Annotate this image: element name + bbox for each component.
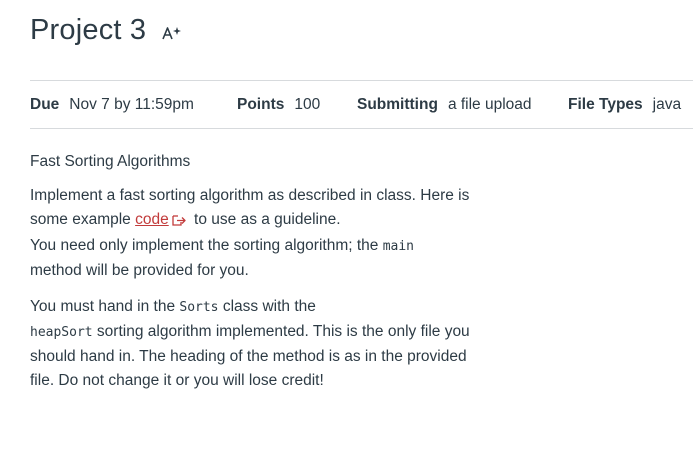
filetypes-detail: File Types java [568, 96, 681, 114]
points-detail: Points 100 [237, 96, 357, 114]
divider-bottom [30, 128, 693, 129]
filetypes-value: java [652, 96, 682, 113]
assignment-page: Project 3 Due Nov 7 by 11:59pm Points 10… [0, 0, 693, 454]
description-heading: Fast Sorting Algorithms [30, 153, 191, 170]
p2-text-3: sorting algorithm implemented. This is t… [30, 323, 470, 389]
points-label: Points [237, 96, 285, 113]
external-link-icon [172, 210, 187, 234]
submitting-value: a file upload [447, 96, 532, 113]
code-heapsort: heapSort [30, 325, 93, 340]
title-row: Project 3 [30, 14, 184, 47]
divider-top [30, 80, 693, 81]
submitting-label: Submitting [357, 96, 438, 113]
submitting-detail: Submitting a file upload [357, 96, 568, 114]
due-value: Nov 7 by 11:59pm [69, 96, 194, 113]
assignment-details: Due Nov 7 by 11:59pm Points 100 Submitti… [30, 96, 681, 114]
description-paragraph-2: You must hand in the Sorts class with th… [30, 295, 470, 393]
points-value: 100 [294, 96, 321, 113]
due-detail: Due Nov 7 by 11:59pm [30, 96, 237, 114]
p1-text-3: You need only implement the sorting algo… [30, 237, 383, 254]
ai-sparkle-icon[interactable] [160, 24, 184, 42]
p2-text-2: class with the [218, 298, 316, 315]
p1-text-2: to use as a guideline. [189, 211, 341, 228]
code-main: main [382, 239, 415, 254]
description-paragraph-1: Implement a fast sorting algorithm as de… [30, 184, 470, 283]
filetypes-label: File Types [568, 96, 643, 113]
page-title: Project 3 [30, 14, 147, 46]
p2-text-1: You must hand in the [30, 298, 180, 315]
p1-text-4: method will be provided for you. [30, 262, 249, 279]
code-link[interactable]: code [135, 211, 169, 228]
due-label: Due [30, 96, 60, 113]
code-sorts: Sorts [179, 300, 219, 315]
assignment-description: Fast Sorting Algorithms Implement a fast… [30, 150, 470, 405]
